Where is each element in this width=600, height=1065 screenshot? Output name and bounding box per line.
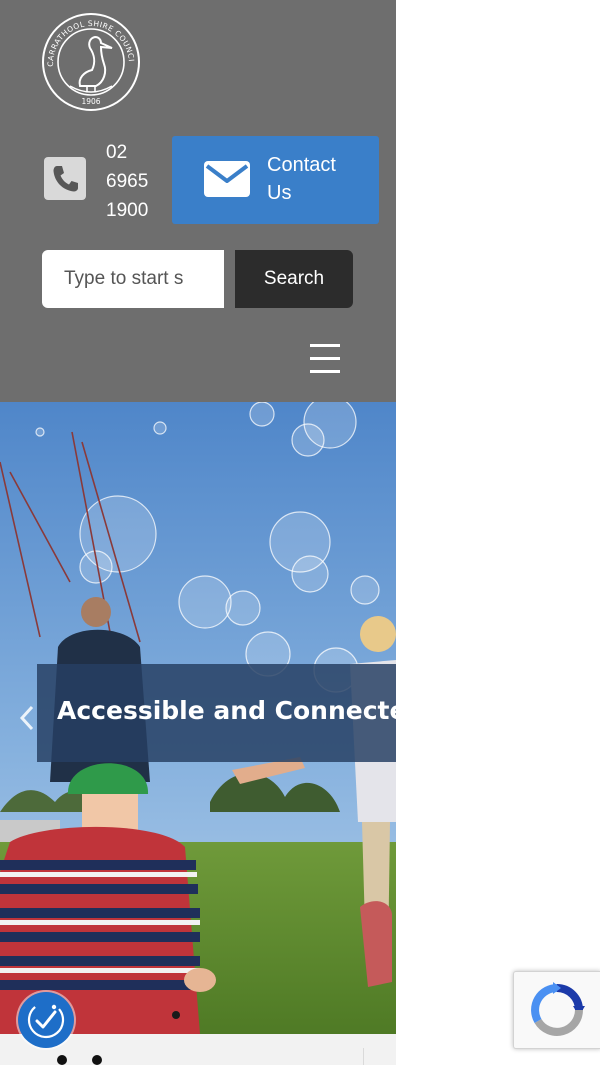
council-logo[interactable]: CARRATHOOL SHIRE COUNCIL 1906 (40, 12, 142, 112)
hamburger-menu-icon[interactable] (308, 340, 342, 376)
hero-slider: Accessible and Connected (0, 402, 396, 1034)
contact-us-label: Contact Us (267, 151, 367, 207)
search-input[interactable] (42, 250, 224, 308)
slide-caption[interactable]: Accessible and Connected (37, 664, 396, 762)
svg-text:CARRATHOOL SHIRE COUNCIL: CARRATHOOL SHIRE COUNCIL (40, 12, 136, 67)
recaptcha-icon (531, 982, 585, 1036)
slide-caption-text: Accessible and Connected (57, 696, 396, 725)
site-header: CARRATHOOL SHIRE COUNCIL 1906 02 6965 19… (0, 0, 396, 402)
phone-line-3: 1900 (106, 200, 149, 221)
bottom-dot (57, 1055, 67, 1065)
recaptcha-badge[interactable] (513, 971, 600, 1049)
contact-label-line-1: Contact (267, 154, 336, 176)
accessibility-button[interactable] (18, 992, 74, 1048)
mail-icon (204, 161, 250, 197)
logo-arc-text: CARRATHOOL SHIRE COUNCIL (40, 12, 135, 67)
phone-number[interactable]: 02 6965 1900 (106, 138, 166, 225)
phone-line-1: 02 (106, 142, 128, 163)
phone-line-2: 6965 (106, 171, 149, 192)
search-button[interactable]: Search (235, 250, 353, 308)
slide-indicator-dot[interactable] (172, 1011, 180, 1019)
phone-icon[interactable] (44, 157, 86, 200)
page: CARRATHOOL SHIRE COUNCIL 1906 02 6965 19… (0, 0, 396, 1065)
accessibility-icon (27, 1001, 65, 1039)
bottom-dot (92, 1055, 102, 1065)
contact-label-line-2: Us (267, 182, 292, 204)
contact-us-button[interactable]: Contact Us (172, 136, 379, 224)
logo-year: 1906 (81, 97, 100, 106)
divider (363, 1048, 364, 1065)
chevron-left-icon[interactable] (16, 702, 38, 734)
